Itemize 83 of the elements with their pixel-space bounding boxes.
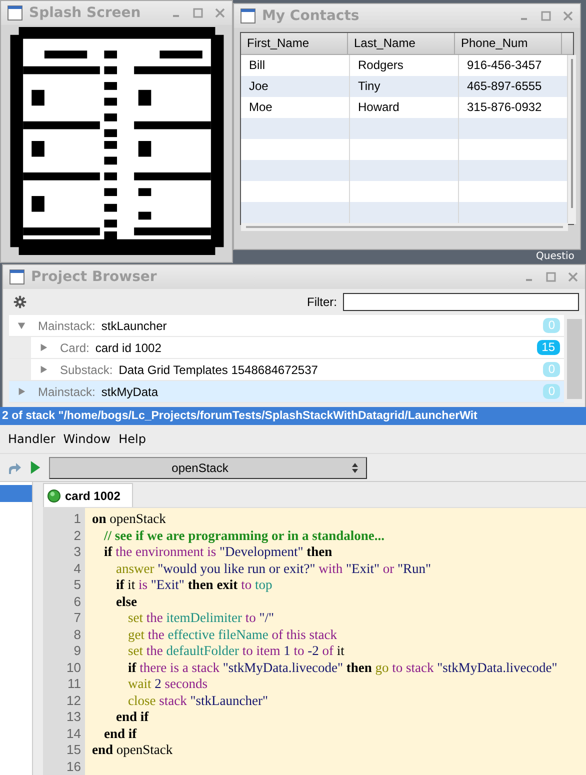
maximize-icon[interactable] — [540, 10, 552, 22]
column-header[interactable]: Last_Name — [348, 33, 455, 54]
code-line: else — [115, 594, 138, 610]
window-icon — [240, 8, 256, 24]
play-icon[interactable] — [30, 460, 41, 475]
table-cell: Joe — [241, 76, 350, 97]
count-badge: 0 — [543, 318, 560, 333]
code-line: get the effective fileName of this stack — [127, 626, 338, 643]
handler-dropdown[interactable]: openStack — [49, 456, 367, 478]
line-number: 6 — [74, 594, 81, 610]
line-number: 1 — [74, 511, 81, 528]
disclosure-triangle-icon[interactable] — [39, 343, 48, 352]
menu-item[interactable]: Window — [63, 432, 111, 446]
close-icon[interactable] — [562, 10, 574, 22]
window-icon — [9, 269, 25, 285]
code-line: set the itemDelimiter to "/" — [127, 610, 276, 626]
code-line: if it is "Exit" then exit to top — [115, 577, 274, 594]
line-number: 11 — [68, 676, 81, 692]
item-type: Card: — [60, 340, 90, 354]
maximize-icon[interactable] — [545, 271, 557, 283]
disclosure-triangle-icon[interactable] — [17, 321, 26, 330]
count-badge: 15 — [536, 340, 560, 355]
count-badge: 0 — [543, 384, 560, 399]
maximize-icon[interactable] — [192, 7, 204, 19]
settings-icon[interactable] — [13, 295, 27, 309]
column-header[interactable]: First_Name — [241, 33, 348, 54]
line-number: 4 — [74, 560, 81, 577]
close-icon[interactable] — [214, 7, 226, 19]
script-tab[interactable]: card 1002 — [43, 483, 133, 507]
table-cell: Tiny — [350, 76, 459, 97]
line-number: 9 — [74, 643, 81, 660]
code-line: set the defaultFolder to item 1 to -2 of it — [127, 643, 346, 660]
menu-item[interactable]: Help — [118, 432, 146, 446]
code-line: end if — [103, 726, 138, 742]
line-number: 5 — [74, 577, 81, 594]
disclosure-triangle-icon[interactable] — [17, 387, 26, 396]
line-number: 7 — [74, 610, 81, 626]
item-name: stkMyData — [101, 384, 160, 398]
line-number: 15 — [66, 742, 81, 758]
window-title: 2 of stack "/home/bogs/Lc_Projects/forumTests/SplashStackWithDatagrid/LauncherWit — [0, 407, 586, 425]
line-number: 12 — [66, 692, 81, 709]
tree-row[interactable]: Mainstack: stkMyData 0 — [9, 381, 564, 403]
line-number: 2 — [74, 528, 81, 544]
background-text: Questio — [536, 250, 574, 263]
tree-row[interactable]: Substack: Data Grid Templates 1548684672537 0 — [9, 359, 564, 381]
status-dot-icon — [47, 488, 61, 502]
window-title: Project Browser — [31, 269, 158, 285]
item-type: Substack: — [60, 362, 113, 376]
code-line: on openStack — [92, 511, 167, 528]
line-number: 14 — [66, 726, 81, 742]
line-number: 8 — [74, 626, 81, 643]
filter-field[interactable] — [343, 293, 579, 311]
code-line: wait 2 seconds — [127, 676, 208, 692]
item-name: card id 1002 — [95, 340, 162, 354]
item-name: Data Grid Templates 1548684672537 — [118, 362, 319, 376]
line-number: 10 — [66, 660, 81, 676]
window-icon — [7, 5, 23, 21]
tree-row[interactable]: Card: card id 1002 15 — [9, 337, 564, 359]
code-line: // see if we are programming or in a standalone... — [103, 528, 386, 544]
code-line: close stack "stkLauncher" — [127, 692, 269, 709]
vertical-scrollbar[interactable] — [568, 55, 576, 224]
filter-label: Filter: — [307, 295, 337, 309]
window-title: Splash Screen — [29, 5, 142, 21]
line-number: 3 — [74, 544, 81, 560]
disclosure-triangle-icon[interactable] — [39, 365, 48, 374]
count-badge: 0 — [543, 362, 560, 377]
code-line: if there is a stack "stkMyData.livecode" then go to stack "stkMyData.livecode" — [127, 660, 558, 676]
code-line: end if — [115, 709, 150, 726]
horizontal-scrollbar[interactable] — [241, 223, 568, 231]
column-header[interactable]: Phone_Num — [455, 33, 562, 54]
item-type: Mainstack: — [38, 384, 96, 398]
item-type: Mainstack: — [38, 318, 96, 332]
close-icon[interactable] — [567, 271, 579, 283]
stepper-icon — [350, 460, 360, 474]
menu-item[interactable]: Handler — [8, 432, 56, 446]
line-number: 16 — [66, 758, 81, 775]
window-title: My Contacts — [262, 8, 360, 24]
tree-row[interactable]: Mainstack: stkLauncher 0 — [9, 315, 564, 337]
code-line: end openStack — [92, 742, 174, 758]
item-name: stkLauncher — [101, 318, 168, 332]
code-line: answer "would you like run or exit?" with "Exit" or "Run" — [115, 560, 432, 577]
code-line: if the environment is "Development" then — [103, 544, 334, 560]
line-number: 13 — [66, 709, 81, 726]
